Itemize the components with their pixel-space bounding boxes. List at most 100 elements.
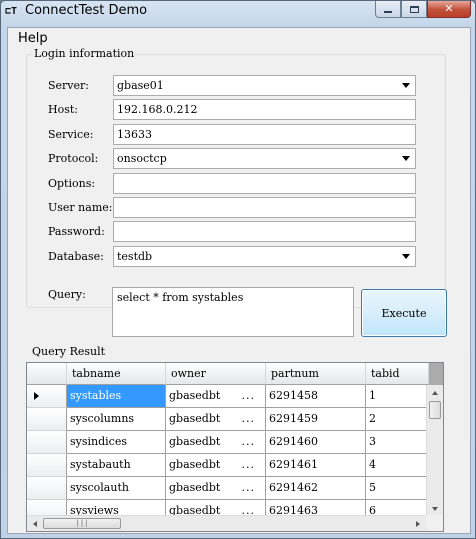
column-header-tabid[interactable]: tabid xyxy=(366,363,429,385)
maximize-button[interactable] xyxy=(401,1,427,18)
table-row[interactable]: systables gbasedbt... 6291458 1 xyxy=(27,385,429,408)
horizontal-scroll-thumb[interactable]: ||| xyxy=(43,518,121,529)
user-name-label: User name: xyxy=(48,201,113,214)
grid-cell-tabid[interactable]: 5 xyxy=(366,477,429,500)
grid-cell-partnum[interactable]: 6291461 xyxy=(266,454,366,477)
minimize-button[interactable] xyxy=(375,1,401,18)
grid-cell-owner[interactable]: gbasedbt... xyxy=(166,477,266,500)
app-icon: ⊏T xyxy=(5,6,18,17)
current-row-pointer-icon xyxy=(34,392,39,400)
cell-text: 5 xyxy=(369,481,376,494)
grid-cell-tabid[interactable]: 4 xyxy=(366,454,429,477)
column-header-partnum[interactable]: partnum xyxy=(266,363,366,385)
query-input[interactable]: select * from systables xyxy=(112,287,354,337)
app-window: ⊏T ConnectTest Demo ✕ Help Login informa… xyxy=(0,0,476,539)
menu-help[interactable]: Help xyxy=(18,31,48,46)
truncation-marker: ... xyxy=(241,412,255,425)
user-name-field[interactable] xyxy=(113,197,416,218)
column-header-tabname[interactable]: tabname xyxy=(67,363,166,385)
grid-cell-owner[interactable]: gbasedbt... xyxy=(166,385,266,408)
execute-button[interactable]: Execute xyxy=(361,289,447,337)
chevron-up-icon xyxy=(432,391,438,395)
close-icon: ✕ xyxy=(444,2,454,15)
row-header[interactable] xyxy=(27,431,67,454)
table-row[interactable]: syscolauth gbasedbt... 6291462 5 xyxy=(27,477,429,500)
grid-cell-partnum[interactable]: 6291458 xyxy=(266,385,366,408)
chevron-down-icon[interactable] xyxy=(402,156,410,161)
scroll-up-button[interactable] xyxy=(427,385,443,401)
host-value: 192.168.0.212 xyxy=(117,103,198,116)
login-group-legend: Login information xyxy=(33,47,136,60)
grid-cell-tabname[interactable]: sysindices xyxy=(67,431,166,454)
grid-cell-tabname[interactable]: syscolumns xyxy=(67,408,166,431)
caption-buttons: ✕ xyxy=(375,1,471,18)
cell-text: 1 xyxy=(369,389,376,402)
cell-text: sysindices xyxy=(70,435,127,448)
server-combo[interactable]: gbase01 xyxy=(113,75,416,96)
table-row[interactable]: sysindices gbasedbt... 6291460 3 xyxy=(27,431,429,454)
horizontal-scrollbar[interactable]: ||| xyxy=(27,515,426,531)
maximize-icon xyxy=(409,5,419,13)
options-field[interactable] xyxy=(113,173,416,194)
result-grid[interactable]: tabname owner partnum tabid systables gbased… xyxy=(26,362,444,532)
grid-cell-tabid[interactable]: 2 xyxy=(366,408,429,431)
grid-cell-tabname[interactable]: systabauth xyxy=(67,454,166,477)
close-button[interactable]: ✕ xyxy=(427,1,471,18)
grid-cell-owner[interactable]: gbasedbt... xyxy=(166,408,266,431)
cell-text: gbasedbt xyxy=(169,458,221,471)
column-header-owner[interactable]: owner xyxy=(166,363,266,385)
grid-cell-tabid[interactable]: 1 xyxy=(366,385,429,408)
grid-header-corner xyxy=(27,363,67,385)
row-header[interactable] xyxy=(27,477,67,500)
service-label: Service: xyxy=(48,128,94,141)
row-header[interactable] xyxy=(27,454,67,477)
window-title: ConnectTest Demo xyxy=(25,3,148,18)
cell-text: 4 xyxy=(369,458,376,471)
grid-cell-tabid[interactable]: 3 xyxy=(366,431,429,454)
grid-cell-partnum[interactable]: 6291459 xyxy=(266,408,366,431)
service-field[interactable]: 13633 xyxy=(113,124,416,145)
table-row[interactable]: systabauth gbasedbt... 6291461 4 xyxy=(27,454,429,477)
server-label: Server: xyxy=(48,79,89,92)
title-bar[interactable]: ⊏T ConnectTest Demo ✕ xyxy=(1,1,475,23)
cell-text: 6291460 xyxy=(269,435,318,448)
cell-text: syscolauth xyxy=(70,481,129,494)
protocol-combo[interactable]: onsoctcp xyxy=(113,148,416,169)
options-label: Options: xyxy=(48,177,96,190)
server-value: gbase01 xyxy=(117,79,164,92)
vertical-scroll-thumb[interactable] xyxy=(429,401,441,419)
scroll-left-button[interactable] xyxy=(27,516,43,531)
grid-cell-partnum[interactable]: 6291462 xyxy=(266,477,366,500)
service-value: 13633 xyxy=(117,128,152,141)
truncation-marker: ... xyxy=(241,458,255,471)
grid-cell-partnum[interactable]: 6291460 xyxy=(266,431,366,454)
grid-cell-tabname[interactable]: systables xyxy=(67,385,166,408)
grid-cell-tabname[interactable]: syscolauth xyxy=(67,477,166,500)
cell-text: gbasedbt xyxy=(169,412,221,425)
database-combo[interactable]: testdb xyxy=(113,246,416,267)
client-area: Help Login information Server: gbase01 Hos… xyxy=(7,27,471,534)
grid-cell-owner[interactable]: gbasedbt... xyxy=(166,454,266,477)
cell-text: syscolumns xyxy=(70,412,135,425)
vertical-scrollbar[interactable] xyxy=(426,385,443,517)
row-header[interactable] xyxy=(27,385,67,408)
truncation-marker: ... xyxy=(241,481,255,494)
protocol-value: onsoctcp xyxy=(117,152,167,165)
cell-text: 6291459 xyxy=(269,412,318,425)
cell-text: 6291462 xyxy=(269,481,318,494)
table-row[interactable]: syscolumns gbasedbt... 6291459 2 xyxy=(27,408,429,431)
cell-text: gbasedbt xyxy=(169,481,221,494)
chevron-down-icon[interactable] xyxy=(402,83,410,88)
grid-cell-owner[interactable]: gbasedbt... xyxy=(166,431,266,454)
row-header[interactable] xyxy=(27,408,67,431)
database-label: Database: xyxy=(48,250,104,263)
password-field[interactable] xyxy=(113,221,416,242)
scroll-right-button[interactable] xyxy=(410,516,426,531)
scrollbar-corner xyxy=(426,515,443,531)
chevron-right-icon xyxy=(416,520,420,527)
chevron-down-icon[interactable] xyxy=(402,254,410,259)
chevron-left-icon xyxy=(33,520,37,527)
host-field[interactable]: 192.168.0.212 xyxy=(113,99,416,120)
cell-text: gbasedbt xyxy=(169,435,221,448)
protocol-label: Protocol: xyxy=(48,152,99,165)
